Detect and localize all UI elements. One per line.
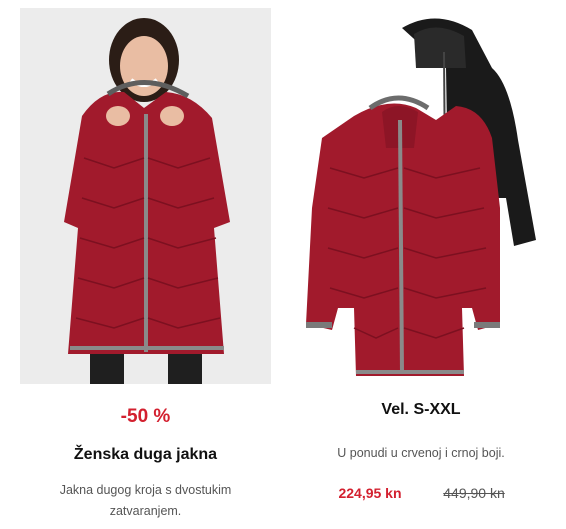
product-description: Jakna dugog kroja s dvostukim zatvaranje… xyxy=(20,480,271,522)
red-and-black-jackets-illustration xyxy=(296,8,546,384)
description-line-1: Jakna dugog kroja s dvostukim xyxy=(59,483,232,497)
discount-label: -50 % xyxy=(120,406,171,427)
description-line-2: zatvaranjem. xyxy=(109,504,182,518)
model-red-jacket-illustration xyxy=(20,8,271,384)
product-title[interactable]: Ženska duga jakna xyxy=(20,446,271,464)
sale-price: 224,95 kn xyxy=(338,485,402,501)
color-availability-text: U ponudi u crvenoj i crnoj boji. xyxy=(337,446,505,460)
product-image-right[interactable] xyxy=(296,8,546,384)
product-image-left[interactable] xyxy=(20,8,271,384)
size-range-label: Vel. S-XXL xyxy=(381,401,461,418)
original-price: 449,90 kn xyxy=(443,485,505,501)
